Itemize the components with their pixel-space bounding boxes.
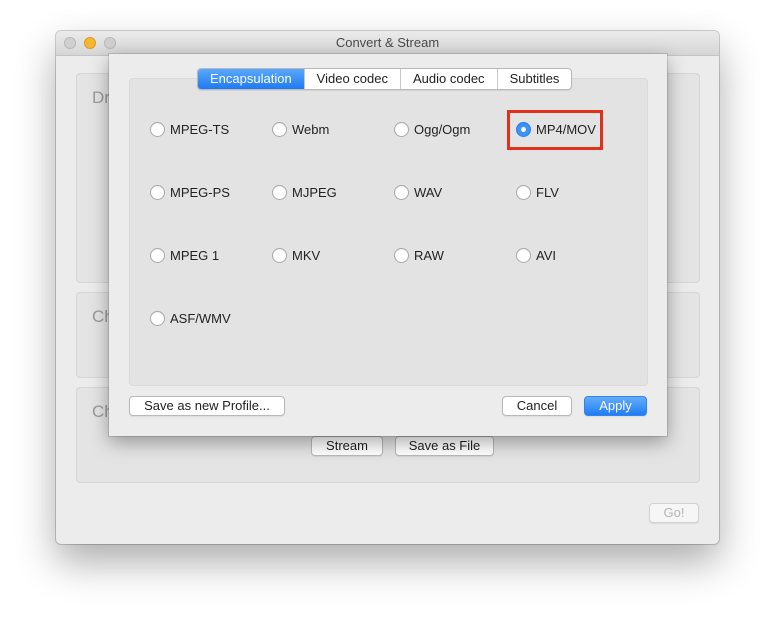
drop-media-label: Dr — [92, 88, 110, 107]
save-as-file-button[interactable]: Save as File — [395, 436, 494, 456]
tab-audio-codec[interactable]: Audio codec — [400, 69, 497, 89]
apply-button[interactable]: Apply — [584, 396, 647, 416]
minimize-window-icon[interactable] — [84, 37, 96, 49]
cancel-button[interactable]: Cancel — [502, 396, 572, 416]
radio-button-icon[interactable] — [516, 184, 531, 200]
stream-button[interactable]: Stream — [311, 436, 383, 456]
radio-button-icon[interactable] — [394, 247, 409, 263]
tab-encapsulation[interactable]: Encapsulation — [198, 69, 304, 89]
go-button[interactable]: Go! — [649, 503, 699, 523]
title-bar[interactable]: Convert & Stream — [56, 31, 719, 56]
save-as-new-profile-button[interactable]: Save as new Profile... — [129, 396, 285, 416]
encapsulation-sheet: Encapsulation Video codec Audio codec Su… — [109, 54, 667, 436]
annotation-highlight-box — [507, 110, 603, 150]
tab-video-codec[interactable]: Video codec — [303, 69, 400, 89]
radio-button-icon[interactable] — [150, 184, 165, 200]
radio-mjpeg[interactable]: MJPEG — [272, 183, 337, 201]
radio-mkv[interactable]: MKV — [272, 246, 320, 264]
radio-button-icon[interactable] — [394, 121, 409, 137]
close-window-icon[interactable] — [64, 37, 76, 49]
radio-button-icon[interactable] — [150, 310, 165, 326]
radio-button-icon[interactable] — [394, 184, 409, 200]
radio-avi[interactable]: AVI — [516, 246, 556, 264]
radio-button-icon[interactable] — [150, 247, 165, 263]
radio-button-icon[interactable] — [272, 247, 287, 263]
radio-button-icon[interactable] — [272, 121, 287, 137]
radio-button-icon[interactable] — [272, 184, 287, 200]
radio-button-icon[interactable] — [516, 247, 531, 263]
radio-wav[interactable]: WAV — [394, 183, 442, 201]
radio-mpeg-ps[interactable]: MPEG-PS — [150, 183, 230, 201]
radio-button-icon[interactable] — [150, 121, 165, 137]
window-title: Convert & Stream — [335, 35, 440, 50]
tab-bar: Encapsulation Video codec Audio codec Su… — [197, 68, 573, 90]
radio-webm[interactable]: Webm — [272, 120, 329, 138]
tab-subtitles[interactable]: Subtitles — [496, 69, 572, 89]
radio-mpeg-ts[interactable]: MPEG-TS — [150, 120, 229, 138]
radio-flv[interactable]: FLV — [516, 183, 559, 201]
radio-asf-wmv[interactable]: ASF/WMV — [150, 309, 231, 327]
radio-ogg-ogm[interactable]: Ogg/Ogm — [394, 120, 470, 138]
radio-mpeg-1[interactable]: MPEG 1 — [150, 246, 219, 264]
zoom-window-icon[interactable] — [104, 37, 116, 49]
radio-raw[interactable]: RAW — [394, 246, 444, 264]
